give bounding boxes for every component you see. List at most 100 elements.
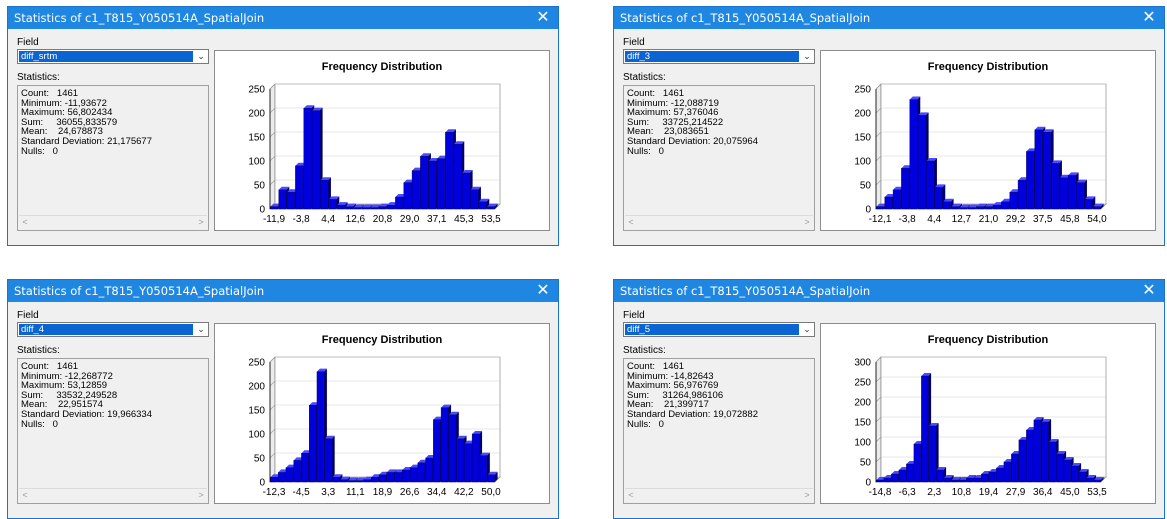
- horizontal-scrollbar[interactable]: < >: [625, 488, 813, 502]
- title-bar[interactable]: Statistics of c1_T815_Y050514A_SpatialJo…: [614, 7, 1164, 29]
- x-tick-label: 3,3: [321, 487, 335, 498]
- histogram-bar: [448, 414, 457, 483]
- histogram-bar: [1059, 177, 1068, 210]
- histogram-bar: [402, 469, 410, 483]
- histogram-bar: [355, 480, 363, 483]
- x-tick-label: 20,8: [373, 214, 393, 225]
- histogram-bar: [917, 115, 926, 210]
- scroll-left-icon[interactable]: <: [19, 216, 31, 228]
- scroll-right-icon[interactable]: >: [801, 216, 813, 228]
- histogram-bar: [1011, 453, 1019, 483]
- histogram-bar: [1026, 429, 1034, 483]
- statistics-window-2: Statistics of c1_T815_Y050514A_SpatialJo…: [613, 6, 1165, 246]
- field-label: Field: [17, 37, 39, 48]
- histogram-bar: [470, 189, 479, 210]
- x-tick-label: 37,1: [427, 214, 447, 225]
- histogram-bar: [973, 477, 981, 483]
- scroll-left-icon[interactable]: <: [625, 489, 637, 501]
- histogram-bar: [486, 206, 495, 210]
- statistics-label: Statistics:: [17, 72, 60, 83]
- x-tick-label: 12,7: [952, 214, 972, 225]
- histogram-bar: [386, 472, 394, 483]
- field-dropdown[interactable]: diff_4 ⌄: [17, 322, 209, 337]
- statistics-label: Statistics:: [623, 72, 666, 83]
- field-dropdown[interactable]: diff_5 ⌄: [623, 322, 815, 337]
- histogram-bar: [324, 438, 332, 483]
- y-tick-label: 150: [854, 133, 871, 144]
- frequency-histogram: 050100150200250-11,9 -3,8 4,4 12,6 20,8 29,0 3…: [248, 83, 501, 225]
- horizontal-scrollbar[interactable]: < >: [625, 215, 813, 229]
- histogram-bar: [1084, 199, 1093, 210]
- scroll-right-icon[interactable]: >: [195, 489, 207, 501]
- close-icon[interactable]: ✕: [1138, 280, 1160, 302]
- histogram-bar: [876, 479, 884, 483]
- field-label: Field: [623, 310, 645, 321]
- histogram-bar: [926, 160, 935, 210]
- histogram-bar: [1009, 191, 1018, 210]
- title-bar[interactable]: Statistics of c1_T815_Y050514A_SpatialJo…: [614, 280, 1164, 302]
- frequency-distribution-panel: Frequency Distribution 0 50 100 150 200 250 -1…: [214, 323, 550, 504]
- chevron-down-icon[interactable]: ⌄: [800, 50, 814, 63]
- histogram-bar: [928, 425, 936, 483]
- x-tick-label: -3,8: [899, 214, 917, 225]
- histogram-bar: [316, 371, 325, 483]
- histogram-bar: [332, 476, 340, 483]
- x-tick-label: 29,0: [400, 214, 420, 225]
- close-icon[interactable]: ✕: [532, 280, 554, 302]
- histogram-bar: [892, 189, 901, 210]
- histogram-bar: [884, 196, 893, 210]
- window-title: Statistics of c1_T815_Y050514A_SpatialJo…: [14, 284, 265, 298]
- y-tick-label: 100: [854, 157, 871, 168]
- histogram-bar: [403, 182, 412, 210]
- histogram-bar: [1018, 439, 1026, 483]
- scroll-left-icon[interactable]: <: [625, 216, 637, 228]
- histogram-bar: [420, 155, 429, 210]
- chevron-down-icon[interactable]: ⌄: [800, 323, 814, 336]
- histogram-bar: [1092, 206, 1101, 210]
- statistics-box: Count: 1461 Minimum: -12,088719 Maximum:…: [623, 85, 815, 231]
- histogram-bar: [386, 204, 395, 210]
- statistics-label: Statistics:: [17, 345, 60, 356]
- field-dropdown[interactable]: diff_srtm ⌄: [17, 49, 209, 64]
- scroll-right-icon[interactable]: >: [801, 489, 813, 501]
- frequency-histogram: 050100150200250-12,1 -3,8 4,4 12,7 21,0 29,2 3…: [854, 83, 1107, 225]
- field-dropdown-value: diff_3: [625, 51, 799, 62]
- y-tick-label: 100: [248, 157, 265, 168]
- field-label: Field: [17, 310, 39, 321]
- scroll-left-icon[interactable]: <: [19, 489, 31, 501]
- histogram-bar: [445, 131, 454, 210]
- histogram-bar: [1071, 465, 1079, 483]
- chevron-down-icon[interactable]: ⌄: [194, 50, 208, 63]
- histogram-bar: [270, 206, 279, 210]
- y-tick-label: 100: [248, 430, 265, 441]
- histogram-bar: [320, 179, 329, 210]
- histogram-bar: [433, 419, 441, 483]
- y-tick-label: 250: [854, 378, 871, 389]
- scroll-right-icon[interactable]: >: [195, 216, 207, 228]
- frequency-distribution-panel: Frequency Distribution 0 50 100 150 200 250 -1…: [820, 50, 1156, 231]
- histogram-bar: [270, 476, 278, 483]
- title-bar[interactable]: Statistics of c1_T815_Y050514A_SpatialJo…: [8, 280, 558, 302]
- statistics-box: Count: 1461 Minimum: -11,93672 Maximum: …: [17, 85, 209, 231]
- title-bar[interactable]: Statistics of c1_T815_Y050514A_SpatialJo…: [8, 7, 558, 29]
- y-tick-label: 250: [854, 85, 871, 96]
- chart-side-wall: [269, 356, 276, 483]
- histogram-bar: [456, 438, 464, 483]
- chevron-down-icon[interactable]: ⌄: [194, 323, 208, 336]
- x-tick-label: 10,8: [952, 487, 972, 498]
- x-tick-label: 45,3: [454, 214, 474, 225]
- histogram-bar: [353, 207, 362, 210]
- histogram-bar: [1076, 182, 1085, 210]
- histogram-bar: [1056, 453, 1064, 483]
- y-tick-label: 150: [854, 418, 871, 429]
- close-icon[interactable]: ✕: [1138, 7, 1160, 29]
- horizontal-scrollbar[interactable]: < >: [19, 488, 207, 502]
- horizontal-scrollbar[interactable]: < >: [19, 215, 207, 229]
- field-dropdown[interactable]: diff_3 ⌄: [623, 49, 815, 64]
- histogram-bar: [453, 143, 462, 210]
- histogram-bar: [1051, 163, 1060, 210]
- close-icon[interactable]: ✕: [532, 7, 554, 29]
- field-label: Field: [623, 37, 645, 48]
- histogram-bar: [1033, 419, 1041, 483]
- histogram-bar: [1003, 461, 1011, 483]
